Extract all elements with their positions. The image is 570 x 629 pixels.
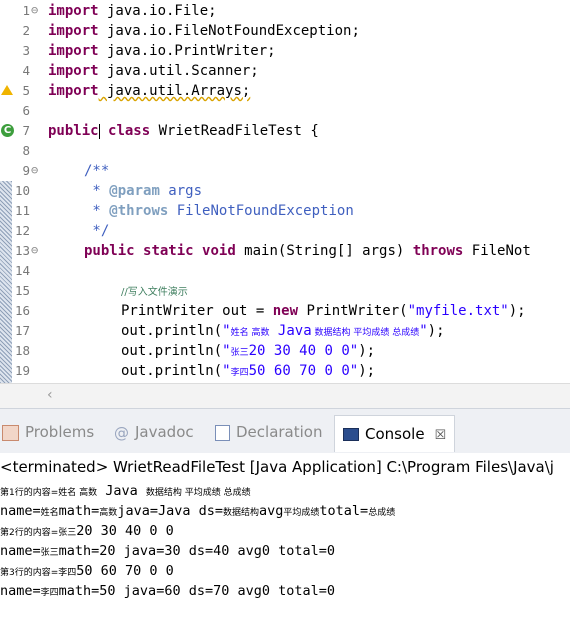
console-icon (343, 428, 359, 441)
code-line: import java.io.FileNotFoundException; (48, 23, 360, 39)
code-line: import java.util.Arrays; (48, 83, 251, 99)
view-tab-bar: Problems @ Javadoc Declaration Console ☒ (0, 408, 570, 454)
code-line: out.println("张三20 30 40 0 0"); (121, 343, 376, 359)
line-number: 17 (14, 323, 30, 338)
line-number: 16 (14, 303, 30, 318)
line-number: 18 (14, 343, 30, 358)
line-number: 15 (14, 283, 30, 298)
fold-collapse-icon[interactable]: ⊖ (31, 243, 38, 257)
line-number: 4 (22, 63, 30, 78)
line-number: 11 (14, 203, 30, 218)
code-line: import java.util.Scanner; (48, 63, 259, 79)
code-line: //写入文件演示 (121, 287, 188, 298)
console-line: name=姓名math=高数java=Java ds=数据结构avg平均成绩to… (0, 503, 396, 519)
console-line: 第2行的内容=张三20 30 40 0 0 (0, 523, 174, 539)
tab-declaration[interactable]: Declaration (215, 419, 322, 445)
code-editor[interactable]: 1 2 3 4 5 6 7 8 9 10 11 12 13 14 15 16 1… (0, 0, 570, 383)
horizontal-scrollbar[interactable]: ‹ (0, 383, 570, 408)
code-line: out.println("李四50 60 70 0 0"); (121, 363, 376, 379)
close-icon[interactable]: ☒ (435, 428, 447, 443)
code-line: public static void main(String[] args) t… (84, 243, 531, 259)
code-line: import java.io.PrintWriter; (48, 43, 276, 59)
line-number: 2 (22, 23, 30, 38)
line-number: 3 (22, 43, 30, 58)
line-number: 19 (14, 363, 30, 378)
fold-collapse-icon[interactable]: ⊖ (31, 3, 38, 17)
code-line: import java.io.File; (48, 3, 217, 19)
editor-gutter: 1 2 3 4 5 6 7 8 9 10 11 12 13 14 15 16 1… (0, 0, 46, 383)
code-line: * @throws FileNotFoundException (84, 203, 354, 219)
code-line: out.println("姓名 高数 Java 数据结构 平均成绩 总成绩"); (121, 323, 445, 339)
code-line: * @param args (84, 183, 203, 199)
text-caret (98, 123, 100, 139)
javadoc-icon: @ (114, 423, 129, 442)
console-status: <terminated> WrietReadFileTest [Java App… (0, 458, 554, 476)
fold-collapse-icon[interactable]: ⊖ (31, 163, 38, 177)
console-line: name=李四math=50 java=60 ds=70 avg0 total=… (0, 583, 335, 599)
console-line: 第1行的内容=姓名 高数 Java 数据结构 平均成绩 总成绩 (0, 483, 251, 499)
scroll-left-icon[interactable]: ‹ (47, 387, 53, 403)
code-line: public class WrietReadFileTest { (48, 123, 319, 139)
line-number: 12 (14, 223, 30, 238)
line-number: 9 (22, 163, 30, 178)
class-icon: C (1, 124, 14, 137)
tab-console[interactable]: Console ☒ (334, 415, 456, 452)
console-line: name=张三math=20 java=30 ds=40 avg0 total=… (0, 543, 335, 559)
code-line: */ (84, 223, 110, 239)
console-line: 第3行的内容=李四50 60 70 0 0 (0, 563, 174, 579)
line-number: 10 (14, 183, 30, 198)
line-number: 14 (14, 263, 30, 278)
line-number: 13 (14, 243, 30, 258)
code-line: PrintWriter out = new PrintWriter("myfil… (121, 303, 526, 319)
console-output[interactable]: <terminated> WrietReadFileTest [Java App… (0, 453, 570, 629)
declaration-icon (215, 424, 230, 441)
line-number: 8 (22, 143, 30, 158)
tab-javadoc[interactable]: @ Javadoc (114, 419, 194, 445)
problems-icon (2, 424, 19, 441)
line-number: 1 (22, 3, 30, 18)
code-line: /** (84, 163, 110, 179)
warning-icon[interactable] (1, 85, 13, 95)
tab-problems[interactable]: Problems (2, 419, 94, 445)
line-number: 6 (22, 103, 30, 118)
